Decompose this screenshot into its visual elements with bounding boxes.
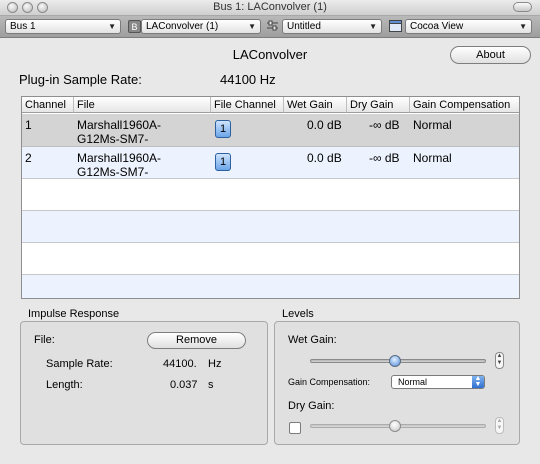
row-file-line1: Marshall1960A- [77,118,162,132]
row-gain-comp: Normal [413,118,452,132]
wet-gain-stepper[interactable]: ▲ ▼ [495,352,504,369]
column-header-gain-compensation[interactable]: Gain Compensation [410,97,519,113]
impulse-length-unit: s [208,379,214,391]
plugin-sample-rate-value: 44100 Hz [220,72,276,87]
chevron-down-icon: ▼ [108,22,116,31]
channel-table[interactable]: Channel File File Channel Wet Gain Dry G… [21,96,520,299]
bus-select[interactable]: Bus 1 ▼ [5,19,121,34]
impulse-file-label: File: [34,334,55,346]
column-header-dry-gain[interactable]: Dry Gain [347,97,410,113]
remove-button[interactable]: Remove [147,332,246,349]
column-header-file-channel[interactable]: File Channel [211,97,284,113]
window-titlebar: Bus 1: LAConvolver (1) [0,0,540,16]
column-header-channel[interactable]: Channel [22,97,74,113]
impulse-sample-rate-value: 44100. [163,358,197,370]
row-file-line2: G12Ms-SM7- [77,165,149,179]
impulse-response-title: Impulse Response [28,308,120,320]
dry-gain-enable-checkbox[interactable] [289,422,301,434]
preset-select-value: Untitled [287,21,321,32]
gain-compensation-value: Normal [398,377,428,387]
empty-table-row [22,242,519,275]
preset-select[interactable]: Untitled ▼ [282,19,382,34]
view-select[interactable]: Cocoa View ▼ [405,19,532,34]
empty-table-row [22,274,519,298]
gain-compensation-select[interactable]: Normal ▲ ▼ [391,375,485,389]
empty-table-row [22,210,519,243]
wet-gain-label: Wet Gain: [288,334,337,346]
view-window-icon [389,20,402,33]
dry-gain-slider-thumb[interactable] [388,420,401,432]
bypass-icon[interactable]: B [128,20,141,33]
row-channel: 1 [25,118,32,132]
preset-sliders-icon [266,20,279,33]
wet-gain-slider-thumb[interactable] [388,355,401,367]
plugin-sample-rate-label: Plug-in Sample Rate: [19,72,142,87]
row-file-line2: G12Ms-SM7- [77,132,149,146]
dry-gain-stepper[interactable]: ▲ ▼ [495,417,504,434]
about-button[interactable]: About [450,46,531,64]
impulse-length-value: 0.037 [170,379,198,391]
row-wet-gain: 0.0 dB [307,151,342,165]
chevron-down-icon: ▼ [519,22,527,31]
impulse-length-label: Length: [46,379,83,391]
row-channel: 2 [25,151,32,165]
empty-table-row [22,178,519,211]
table-row[interactable]: 1 Marshall1960A- G12Ms-SM7- 1 0.0 dB -∞ … [22,114,519,146]
plugin-toolbar: Bus 1 ▼ B LAConvolver (1) ▼ Untitled ▼ C… [0,16,540,38]
row-gain-comp: Normal [413,151,452,165]
row-wet-gain: 0.0 dB [307,118,342,132]
column-header-file[interactable]: File [74,97,211,113]
window-title: Bus 1: LAConvolver (1) [213,1,327,13]
dry-gain-label: Dry Gain: [288,400,335,412]
row-file-line1: Marshall1960A- [77,151,162,165]
gain-compensation-label: Gain Compensation: [288,377,371,387]
bus-select-value: Bus 1 [10,21,36,32]
plugin-select-value: LAConvolver (1) [146,21,219,32]
file-channel-button[interactable]: 1 [215,153,231,171]
column-header-wet-gain[interactable]: Wet Gain [284,97,347,113]
row-dry-gain: -∞ dB [369,118,400,132]
plugin-select[interactable]: LAConvolver (1) ▼ [141,19,261,34]
row-dry-gain: -∞ dB [369,151,400,165]
view-select-value: Cocoa View [410,21,464,32]
chevron-down-icon: ▼ [369,22,377,31]
file-channel-button[interactable]: 1 [215,120,231,138]
toolbar-toggle-button[interactable] [513,2,532,12]
impulse-sample-rate-label: Sample Rate: [46,358,113,370]
up-down-arrows-icon: ▲ ▼ [472,375,484,388]
impulse-sample-rate-unit: Hz [208,358,222,370]
chevron-down-icon: ▼ [248,22,256,31]
levels-title: Levels [282,308,314,320]
table-row[interactable]: 2 Marshall1960A- G12Ms-SM7- 1 0.0 dB -∞ … [22,146,519,179]
